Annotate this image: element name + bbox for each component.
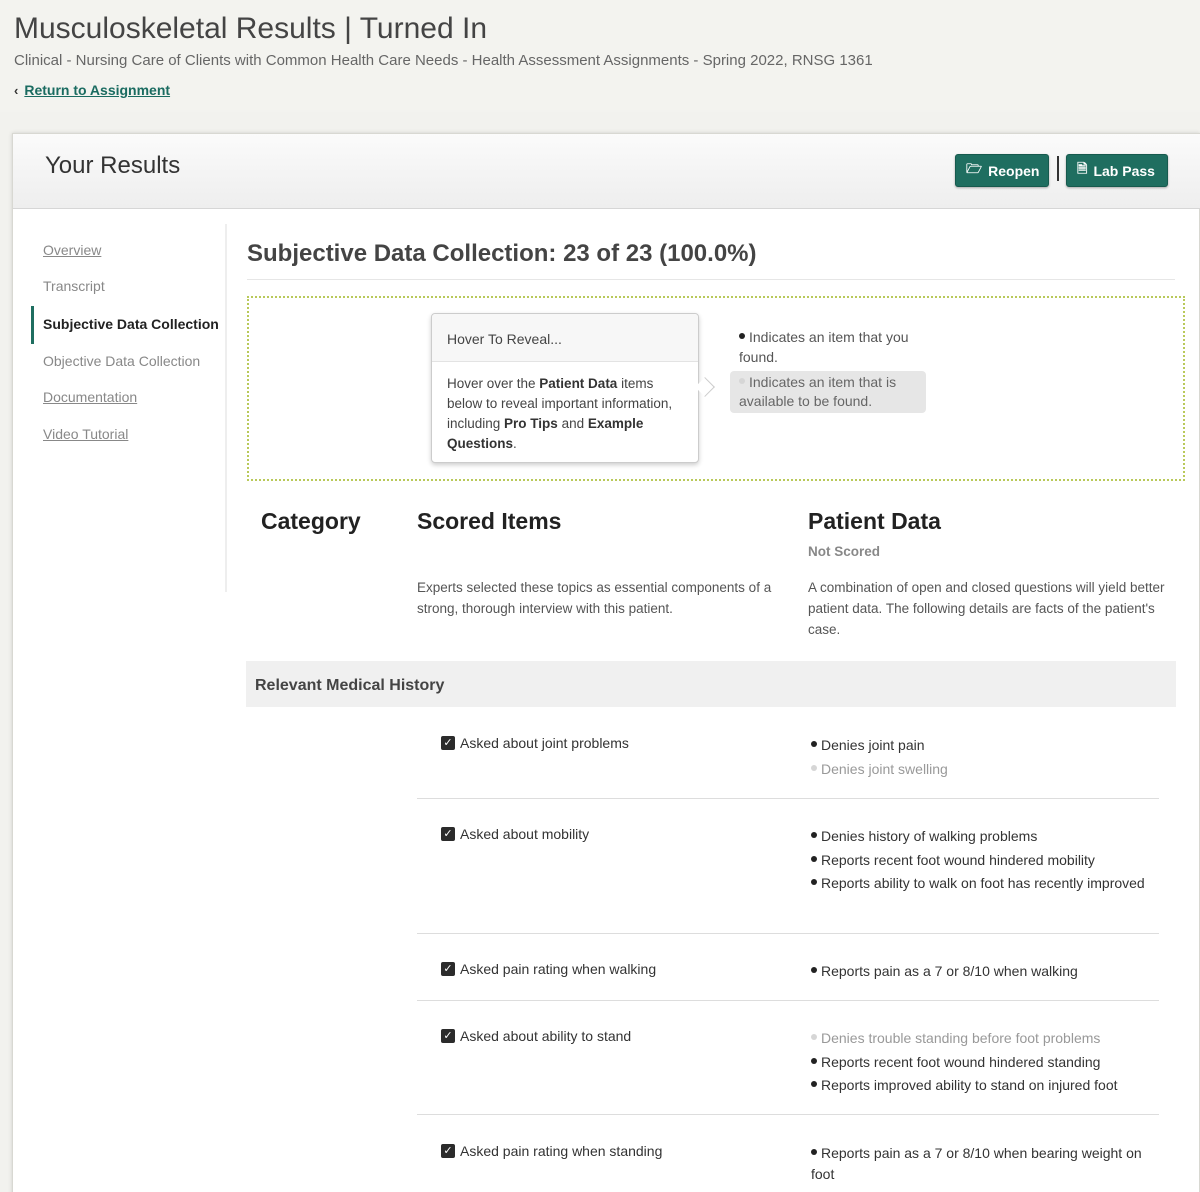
category-label: Relevant Medical History <box>255 677 445 694</box>
found-dot-icon <box>811 1081 817 1088</box>
scored-item: ✓ Asked pain rating when walking <box>441 961 656 977</box>
available-dot-icon <box>811 764 817 771</box>
checkbox-checked-icon: ✓ <box>441 1144 455 1158</box>
checkbox-checked-icon: ✓ <box>441 827 455 841</box>
found-dot-icon <box>811 1057 817 1064</box>
return-to-assignment-link[interactable]: ‹ Return to Assignment <box>14 82 170 98</box>
table-row: ✓ Asked pain rating when standing Reports… <box>417 1143 1159 1191</box>
checkbox-checked-icon: ✓ <box>441 1029 455 1043</box>
patient-data-item[interactable]: Denies joint pain <box>811 735 1151 756</box>
found-dot-icon <box>811 832 817 839</box>
category-header: Relevant Medical History <box>246 661 1176 707</box>
patient-data-item[interactable]: Reports recent foot wound hindered mobil… <box>811 850 1151 871</box>
patient-data-item[interactable]: Denies joint swelling <box>811 759 1151 780</box>
active-indicator <box>31 306 34 344</box>
available-dot-icon <box>811 1034 817 1041</box>
page-title: Musculoskeletal Results | Turned In <box>14 12 488 45</box>
patient-data-item[interactable]: Reports ability to walk on foot has rece… <box>811 873 1151 894</box>
legend-found: Indicates an item that you found. <box>739 327 929 367</box>
divider <box>247 279 1175 280</box>
found-dot-icon <box>739 333 745 340</box>
scored-item: ✓ Asked about joint problems <box>441 735 629 751</box>
sidebar-item-video-tutorial[interactable]: Video Tutorial <box>43 426 128 442</box>
page-header: Musculoskeletal Results | Turned In Clin… <box>0 0 1200 112</box>
tooltip-body: Hover over the Patient Data items below … <box>447 376 673 451</box>
column-header-scored-items: Scored Items <box>417 508 562 534</box>
scored-item: ✓ Asked pain rating when standing <box>441 1143 662 1159</box>
not-scored-label: Not Scored <box>808 544 881 559</box>
lab-pass-button[interactable]: 🗎 Lab Pass <box>1066 154 1168 187</box>
tooltip-title: Hover To Reveal... <box>432 314 698 362</box>
legend-found-text: Indicates an item that you found. <box>739 329 909 365</box>
return-link-label: Return to Assignment <box>24 82 171 98</box>
patient-data-description: A combination of open and closed questio… <box>808 580 1165 637</box>
scored-item: ✓ Asked about ability to stand <box>441 1028 631 1044</box>
folder-open-icon: 🗁 <box>966 160 983 176</box>
patient-data-item[interactable]: Reports improved ability to stand on inj… <box>811 1075 1151 1096</box>
reopen-button[interactable]: 🗁 Reopen <box>955 154 1049 187</box>
column-header-patient-data: Patient Data <box>808 508 941 534</box>
button-separator <box>1057 156 1059 181</box>
breadcrumb: Clinical - Nursing Care of Clients with … <box>14 52 873 69</box>
chevron-left-icon: ‹ <box>14 83 19 98</box>
table-row: ✓ Asked about joint problems Denies joint… <box>417 735 1159 799</box>
found-dot-icon <box>811 741 817 748</box>
legend-available[interactable]: Indicates an item that is available to b… <box>730 371 926 413</box>
table-row: ✓ Asked about mobility Denies history of … <box>417 826 1159 934</box>
scored-items-description: Experts selected these topics as essenti… <box>417 580 772 616</box>
patient-data-item[interactable]: Reports recent foot wound hindered stand… <box>811 1052 1151 1073</box>
patient-data-list: Reports pain as a 7 or 8/10 when walking <box>811 961 1151 985</box>
patient-data-item[interactable]: Reports pain as a 7 or 8/10 when bearing… <box>811 1143 1151 1184</box>
sidebar: Overview Transcript Subjective Data Coll… <box>31 224 227 592</box>
card-title: Your Results <box>45 152 181 179</box>
patient-data-item[interactable]: Denies history of walking problems <box>811 826 1151 847</box>
found-dot-icon <box>811 967 817 974</box>
section-title: Subjective Data Collection: 23 of 23 (10… <box>247 240 757 267</box>
sidebar-item-overview[interactable]: Overview <box>43 242 101 258</box>
patient-data-list: Reports pain as a 7 or 8/10 when bearing… <box>811 1143 1151 1187</box>
checkbox-checked-icon: ✓ <box>441 736 455 750</box>
sidebar-item-subjective-data[interactable]: Subjective Data Collection <box>43 316 219 332</box>
sidebar-item-objective-data[interactable]: Objective Data Collection <box>43 353 200 369</box>
found-dot-icon <box>811 879 817 886</box>
results-card: Your Results 🗁 Reopen 🗎 Lab Pass Overview … <box>12 133 1200 1192</box>
patient-data-list: Denies trouble standing before foot prob… <box>811 1028 1151 1099</box>
patient-data-item[interactable]: Reports pain as a 7 or 8/10 when walking <box>811 961 1151 982</box>
available-dot-icon <box>739 378 745 385</box>
found-dot-icon <box>811 855 817 862</box>
found-dot-icon <box>811 1149 817 1156</box>
sidebar-item-documentation[interactable]: Documentation <box>43 389 137 405</box>
patient-data-item[interactable]: Denies trouble standing before foot prob… <box>811 1028 1151 1049</box>
table-row: ✓ Asked about ability to stand Denies tro… <box>417 1028 1159 1115</box>
scored-item: ✓ Asked about mobility <box>441 826 589 842</box>
checkbox-checked-icon: ✓ <box>441 962 455 976</box>
table-row: ✓ Asked pain rating when walking Reports … <box>417 961 1159 1001</box>
lab-pass-label: Lab Pass <box>1093 162 1155 179</box>
document-icon: 🗎 <box>1077 160 1088 176</box>
patient-data-list: Denies joint pain Denies joint swelling <box>811 735 1151 782</box>
hover-tooltip: Hover To Reveal... Hover over the Patien… <box>431 313 699 463</box>
legend-box <box>247 296 1185 481</box>
sidebar-item-transcript[interactable]: Transcript <box>43 278 105 294</box>
legend-available-text: Indicates an item that is available to b… <box>739 374 897 409</box>
patient-data-list: Denies history of walking problems Repor… <box>811 826 1151 897</box>
reopen-label: Reopen <box>988 162 1040 179</box>
column-header-category: Category <box>261 508 361 534</box>
card-header: Your Results 🗁 Reopen 🗎 Lab Pass <box>13 134 1200 209</box>
